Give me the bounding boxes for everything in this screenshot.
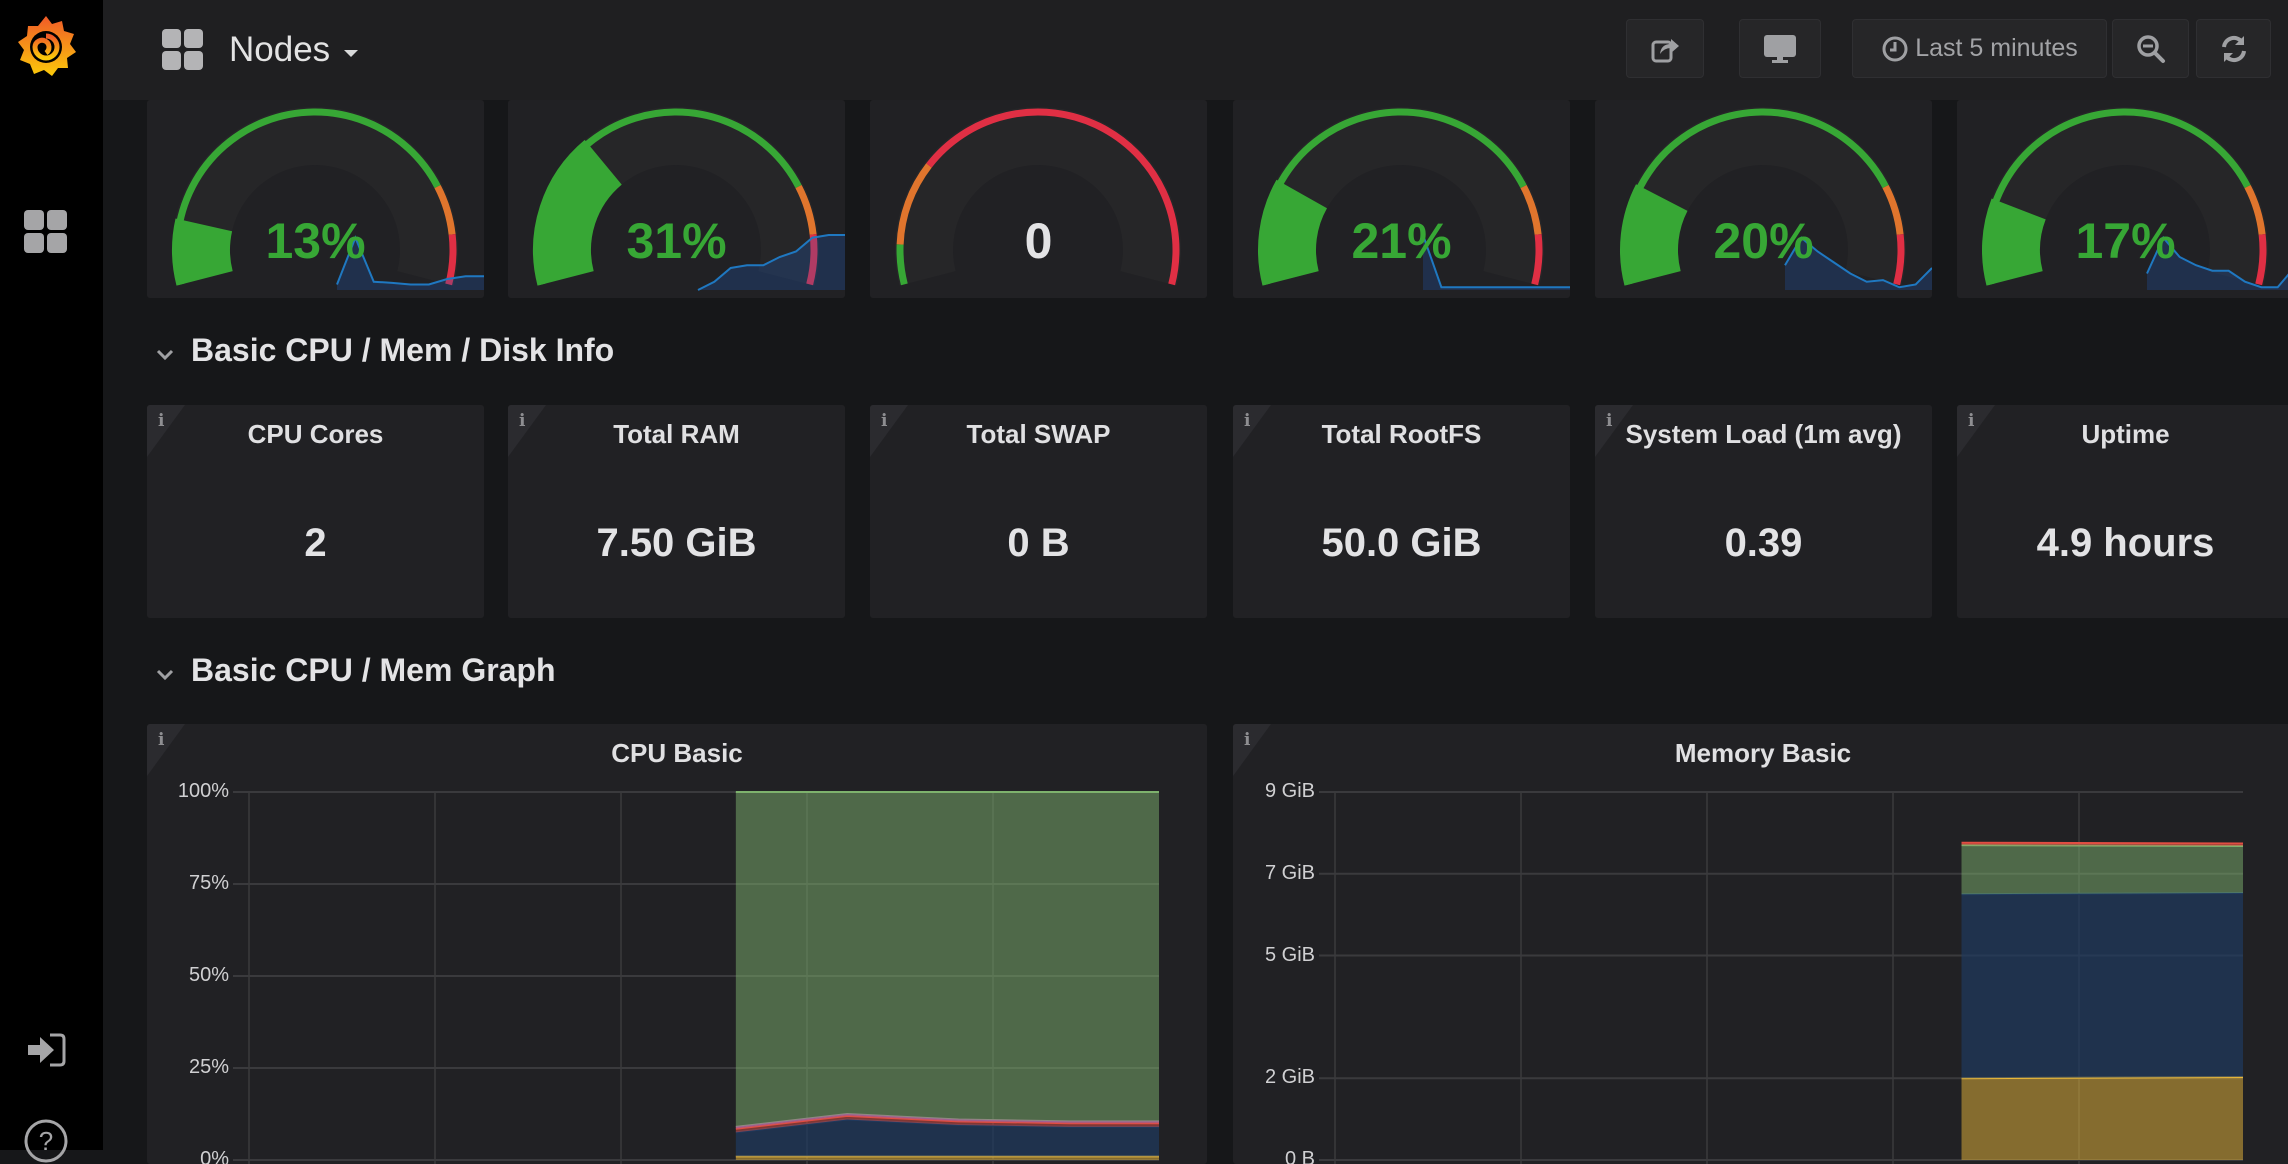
y-tick-label: 0 B bbox=[1284, 1148, 1315, 1164]
gauge-panel[interactable]: 13% bbox=[147, 100, 484, 298]
area-buffers-cache bbox=[1961, 892, 2243, 1079]
row-title: Basic CPU / Mem / Disk Info bbox=[191, 332, 615, 368]
stat-value: 4.9 hours bbox=[2036, 521, 2215, 565]
gauge-panel[interactable]: 17% bbox=[1957, 100, 2288, 298]
gauge-panel[interactable]: 31% bbox=[508, 100, 845, 298]
singlestat-panel[interactable]: i Total RAM 7.50 GiB bbox=[508, 405, 845, 618]
area-free bbox=[1961, 845, 2243, 895]
memory-basic-panel[interactable]: i Memory Basic 9 GiB 7 GiB 5 GiB 2 GiB 0 B bbox=[1233, 724, 2288, 1164]
singlestat-panel[interactable]: i Total SWAP 0 B bbox=[870, 405, 1207, 618]
stat-value: 50.0 GiB bbox=[1321, 521, 1482, 565]
dashboard-picker[interactable]: Nodes bbox=[161, 28, 359, 72]
area-idle bbox=[735, 792, 1159, 1127]
row-header-basic-graph[interactable]: Basic CPU / Mem Graph bbox=[155, 652, 556, 689]
y-tick-label: 50% bbox=[188, 964, 229, 986]
panel-title: Total RootFS bbox=[1321, 419, 1482, 449]
panel-title: Total SWAP bbox=[966, 419, 1111, 449]
svg-text:?: ? bbox=[39, 1126, 53, 1156]
gauge-value: 31% bbox=[626, 213, 727, 269]
zoom-out-icon bbox=[2136, 34, 2165, 63]
refresh-button[interactable] bbox=[2196, 19, 2271, 78]
gauge-panel[interactable]: 21% bbox=[1233, 100, 1570, 298]
zoom-out-button[interactable] bbox=[2112, 19, 2189, 78]
refresh-icon bbox=[2221, 35, 2246, 62]
line-total bbox=[1961, 841, 2244, 845]
sidebar: ? bbox=[0, 0, 103, 1163]
share-dashboard-button[interactable] bbox=[1626, 19, 1704, 78]
top-navbar: Nodes Last 5 minutes bbox=[103, 0, 2288, 100]
y-tick-label: 75% bbox=[188, 872, 229, 894]
grafana-logo-icon[interactable] bbox=[12, 12, 80, 80]
dashboards-icon[interactable] bbox=[22, 208, 68, 254]
tv-mode-button[interactable] bbox=[1739, 19, 1821, 78]
singlestat-panel[interactable]: i System Load (1m avg) 0.39 bbox=[1595, 405, 1932, 618]
graph-svg bbox=[233, 791, 1159, 1164]
panel-title: Uptime bbox=[2081, 419, 2170, 449]
area-used bbox=[1961, 1076, 2243, 1160]
row-header-basic-info[interactable]: Basic CPU / Mem / Disk Info bbox=[155, 332, 614, 369]
graph-svg bbox=[1319, 791, 2244, 1164]
help-icon[interactable]: ? bbox=[23, 1118, 69, 1164]
cpu-basic-panel[interactable]: i CPU Basic 100% 75% 50% 25% 0% bbox=[147, 724, 1207, 1164]
gauge-value: 13% bbox=[265, 213, 366, 269]
y-tick-label: 100% bbox=[177, 780, 229, 802]
gauge-panel[interactable]: 0 bbox=[870, 100, 1207, 298]
y-tick-label: 9 GiB bbox=[1264, 780, 1315, 802]
chevron-down-icon bbox=[156, 349, 174, 360]
clock-icon bbox=[1882, 36, 1908, 61]
time-range-picker[interactable]: Last 5 minutes bbox=[1852, 19, 2107, 78]
y-tick-label: 25% bbox=[188, 1056, 229, 1078]
gauge-value: 17% bbox=[2075, 213, 2176, 269]
dashboard-title: Nodes bbox=[229, 30, 331, 69]
panel-title: CPU Cores bbox=[247, 419, 384, 449]
gauge-value: 0 bbox=[1024, 213, 1053, 269]
caret-down-icon bbox=[344, 49, 359, 57]
stat-value: 0.39 bbox=[1724, 521, 1803, 565]
singlestat-panel[interactable]: i Uptime 4.9 hours bbox=[1957, 405, 2288, 618]
y-tick-label: 2 GiB bbox=[1264, 1066, 1315, 1089]
stat-value: 0 B bbox=[1007, 521, 1070, 565]
sign-in-icon[interactable] bbox=[26, 1033, 66, 1067]
panel-title: System Load (1m avg) bbox=[1625, 419, 1902, 449]
y-tick-label: 7 GiB bbox=[1264, 861, 1315, 884]
gauge-value: 20% bbox=[1713, 213, 1814, 269]
monitor-icon bbox=[1764, 34, 1796, 63]
chevron-down-icon bbox=[156, 669, 174, 680]
singlestat-panel[interactable]: i Total RootFS 50.0 GiB bbox=[1233, 405, 1570, 618]
y-tick-label: 5 GiB bbox=[1264, 943, 1315, 966]
y-tick-label: 0% bbox=[200, 1148, 229, 1164]
row-title: Basic CPU / Mem Graph bbox=[191, 652, 556, 688]
panel-title: Total RAM bbox=[613, 419, 740, 449]
dashboard-grid-icon bbox=[162, 29, 203, 70]
stat-value: 7.50 GiB bbox=[596, 521, 757, 565]
singlestat-panel[interactable]: i CPU Cores 2 bbox=[147, 405, 484, 618]
stat-value: 2 bbox=[304, 521, 327, 565]
gauge-panel[interactable]: 20% bbox=[1595, 100, 1932, 298]
share-icon bbox=[1651, 38, 1679, 62]
time-range-label: Last 5 minutes bbox=[1915, 34, 2078, 62]
gauge-value: 21% bbox=[1351, 213, 1452, 269]
